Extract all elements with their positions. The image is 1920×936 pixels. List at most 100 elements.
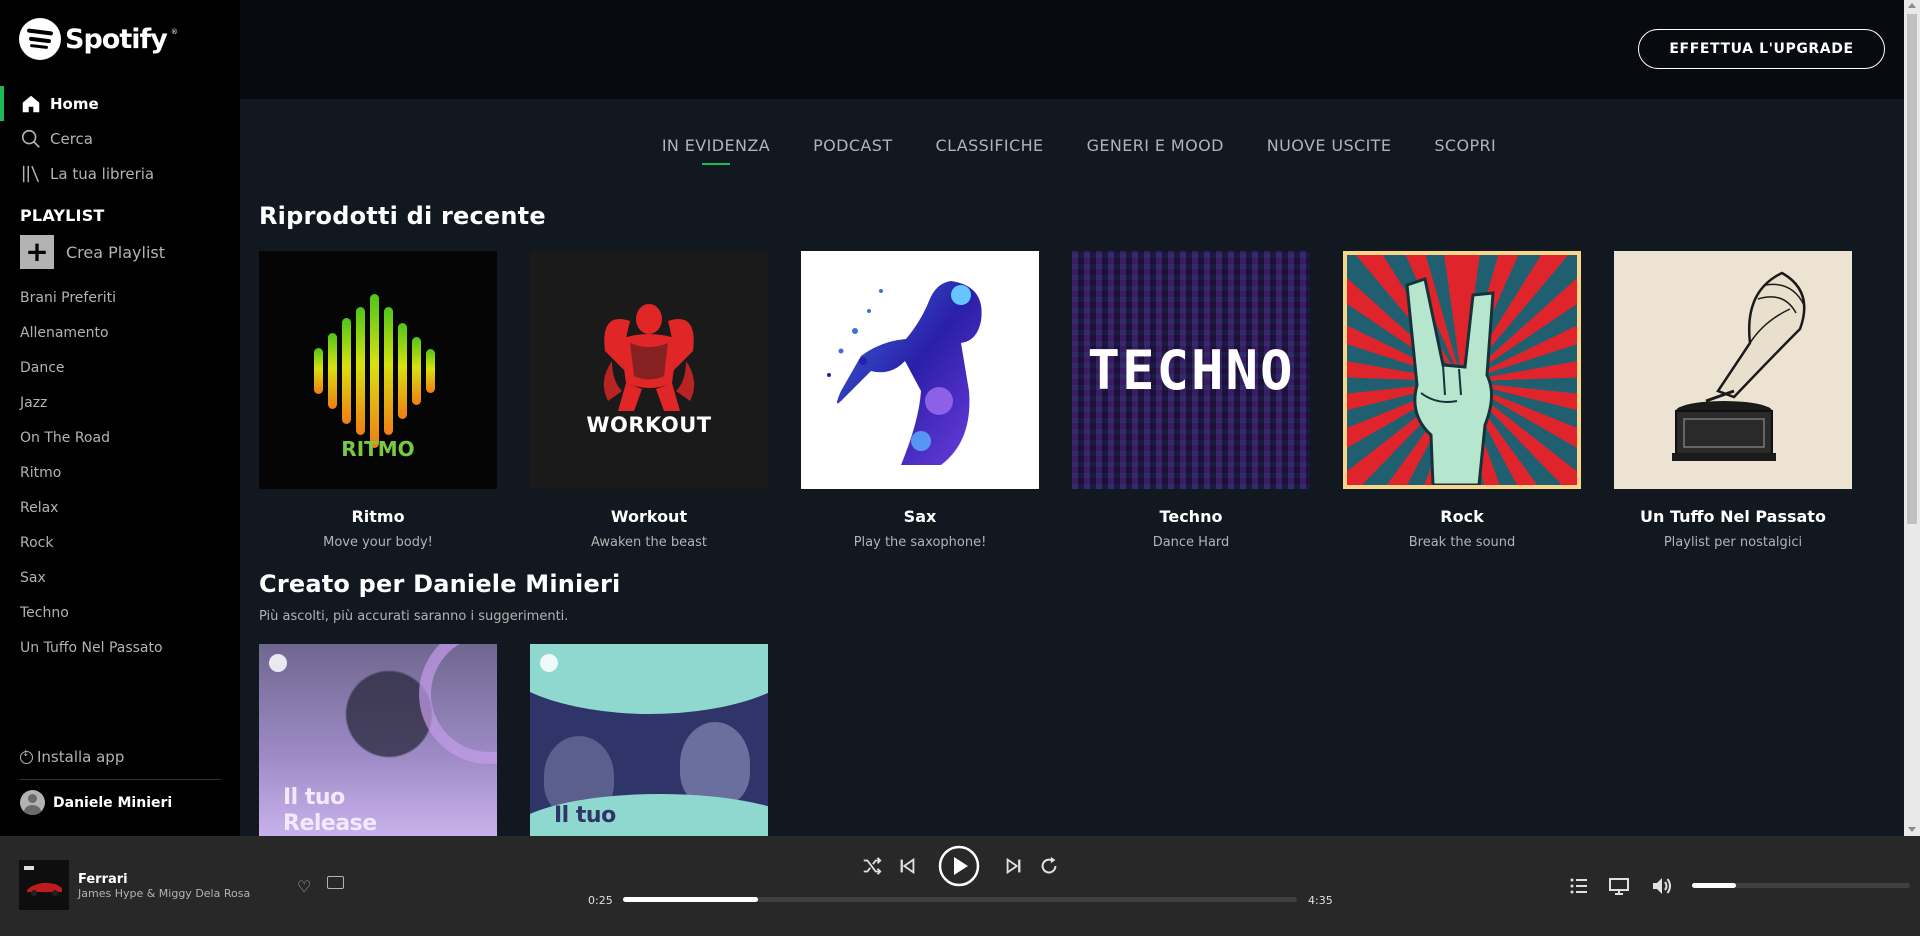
playlist-cover: WORKOUT	[530, 251, 768, 489]
home-icon	[22, 95, 40, 112]
playlist-card-un-tuffo-nel-passato[interactable]: Un Tuffo Nel Passato Playlist per nostal…	[1614, 251, 1852, 550]
avatar	[20, 790, 45, 815]
playlist-item[interactable]: Ritmo	[20, 455, 163, 490]
cover-text-line2: Release	[283, 811, 377, 836]
main-scrollbar[interactable]	[1904, 0, 1920, 836]
tab-generi-e-mood[interactable]: GENERI E MOOD	[1087, 136, 1224, 165]
playlist-cover	[1343, 251, 1581, 489]
card-description: Break the sound	[1408, 535, 1516, 550]
nav-item-home[interactable]: Home	[0, 86, 240, 121]
queue-icon[interactable]	[1569, 876, 1589, 896]
create-playlist-label: Crea Playlist	[66, 242, 165, 262]
card-title: Rock	[1440, 507, 1484, 526]
card-title: Sax	[903, 507, 937, 526]
install-app-label: Installa app	[37, 748, 125, 766]
install-app-link[interactable]: Installa app	[20, 748, 124, 766]
cover-text-line1: Il tuo	[283, 785, 345, 810]
spotify-badge-icon	[540, 654, 558, 672]
playlist-item[interactable]: Rock	[20, 525, 163, 560]
saxophonist-art	[827, 281, 982, 465]
spotify-badge-icon	[269, 654, 287, 672]
sidebar: Spotify ® Home Cerca La tua libreria PLA…	[0, 0, 240, 836]
elapsed-time: 0:25	[588, 894, 613, 907]
tab-podcast[interactable]: PODCAST	[813, 136, 892, 165]
main-nav: Home Cerca La tua libreria	[0, 86, 240, 191]
total-duration: 4:35	[1308, 894, 1333, 907]
user-profile-link[interactable]: Daniele Minieri	[20, 790, 172, 815]
playlist-card-workout[interactable]: WORKOUT Workout Awaken the beast	[530, 251, 768, 550]
volume-icon[interactable]	[1651, 876, 1673, 896]
card-title: Ritmo	[351, 507, 405, 526]
mix-card-discover[interactable]: Il tuo	[530, 644, 768, 836]
gramophone-art	[1672, 271, 1806, 461]
logo-wordmark: Spotify	[65, 23, 168, 55]
scroll-down-arrow-icon[interactable]	[1908, 827, 1916, 832]
library-icon	[22, 165, 40, 182]
card-title: Workout	[610, 507, 688, 526]
play-button[interactable]	[938, 845, 980, 887]
playlist-item[interactable]: On The Road	[20, 420, 163, 455]
shuffle-icon[interactable]	[861, 855, 883, 877]
plus-icon: +	[20, 235, 54, 269]
playlist-cover	[801, 251, 1039, 489]
tab-in-evidenza[interactable]: IN EVIDENZA	[662, 136, 770, 165]
previous-track-icon[interactable]	[896, 855, 918, 877]
now-playing-cover[interactable]	[19, 860, 69, 910]
playback-progress-fill	[623, 897, 758, 902]
cover-text-line1: Il tuo	[554, 803, 616, 828]
playlist-card-techno[interactable]: TECHNO Techno Dance Hard	[1072, 251, 1310, 550]
playlist-card-rock[interactable]: Rock Break the sound	[1343, 251, 1581, 550]
spotify-logo[interactable]: Spotify ®	[19, 18, 178, 60]
tab-classifiche[interactable]: CLASSIFICHE	[936, 136, 1044, 165]
playlist-cover: Il tuo Release	[259, 644, 497, 836]
volume-slider[interactable]	[1692, 883, 1910, 888]
create-playlist-button[interactable]: + Crea Playlist	[20, 235, 165, 269]
cover-text: WORKOUT	[586, 413, 712, 437]
folder-icon[interactable]	[327, 876, 344, 889]
playlist-card-sax[interactable]: Sax Play the saxophone!	[801, 251, 1039, 550]
nav-item-label: Cerca	[50, 129, 93, 148]
now-playing-title[interactable]: Ferrari	[78, 872, 128, 887]
spotify-logo-icon	[19, 18, 61, 60]
card-description: Playlist per nostalgici	[1663, 535, 1803, 550]
bodybuilder-art	[603, 304, 695, 411]
upgrade-button[interactable]: EFFETTUA L'UPGRADE	[1638, 29, 1885, 69]
playlist-item[interactable]: Techno	[20, 595, 163, 630]
playlist-item[interactable]: Allenamento	[20, 315, 163, 350]
rock-hand-icon	[1405, 277, 1495, 485]
playlist-card-ritmo[interactable]: RITMO Ritmo Move your body!	[259, 251, 497, 550]
card-description: Play the saxophone!	[853, 535, 987, 550]
tab-nuove-uscite[interactable]: NUOVE USCITE	[1267, 136, 1392, 165]
recent-cards: RITMO Ritmo Move your body! WORKOUT Work…	[259, 251, 1852, 550]
mix-card-release-radar[interactable]: Il tuo Release	[259, 644, 497, 836]
scroll-up-arrow-icon[interactable]	[1908, 3, 1916, 8]
made-for-section-subtitle: Più ascolti, più accurati saranno i sugg…	[259, 609, 569, 624]
user-name: Daniele Minieri	[53, 794, 173, 811]
playlist-item[interactable]: Dance	[20, 350, 163, 385]
scrollbar-thumb[interactable]	[1907, 14, 1917, 524]
repeat-icon[interactable]	[1038, 855, 1060, 877]
card-description: Awaken the beast	[591, 535, 707, 550]
browse-tabs: IN EVIDENZA PODCAST CLASSIFICHE GENERI E…	[240, 136, 1904, 165]
card-description: Move your body!	[323, 535, 433, 550]
playlist-item[interactable]: Brani Preferiti	[20, 280, 163, 315]
playback-progress-bar[interactable]	[623, 897, 1297, 902]
devices-icon[interactable]	[1609, 876, 1629, 896]
now-playing-artist[interactable]: James Hype & Miggy Dela Rosa	[78, 887, 250, 900]
tab-scopri[interactable]: SCOPRI	[1434, 136, 1496, 165]
playlist-cover: TECHNO	[1072, 251, 1310, 489]
made-for-section-title: Creato per Daniele Minieri	[259, 570, 621, 598]
sidebar-divider	[20, 779, 221, 780]
nav-item-library[interactable]: La tua libreria	[0, 156, 240, 191]
next-track-icon[interactable]	[1003, 855, 1025, 877]
playlist-item[interactable]: Sax	[20, 560, 163, 595]
nav-item-search[interactable]: Cerca	[0, 121, 240, 156]
card-title: Un Tuffo Nel Passato	[1640, 507, 1826, 526]
heart-icon[interactable]: ♡	[297, 877, 311, 896]
playlist-list: Brani Preferiti Allenamento Dance Jazz O…	[20, 280, 163, 665]
playlist-item[interactable]: Jazz	[20, 385, 163, 420]
playlist-item[interactable]: Un Tuffo Nel Passato	[20, 630, 163, 665]
playlist-heading: PLAYLIST	[20, 206, 105, 225]
playlist-item[interactable]: Relax	[20, 490, 163, 525]
playlist-cover	[1614, 251, 1852, 489]
